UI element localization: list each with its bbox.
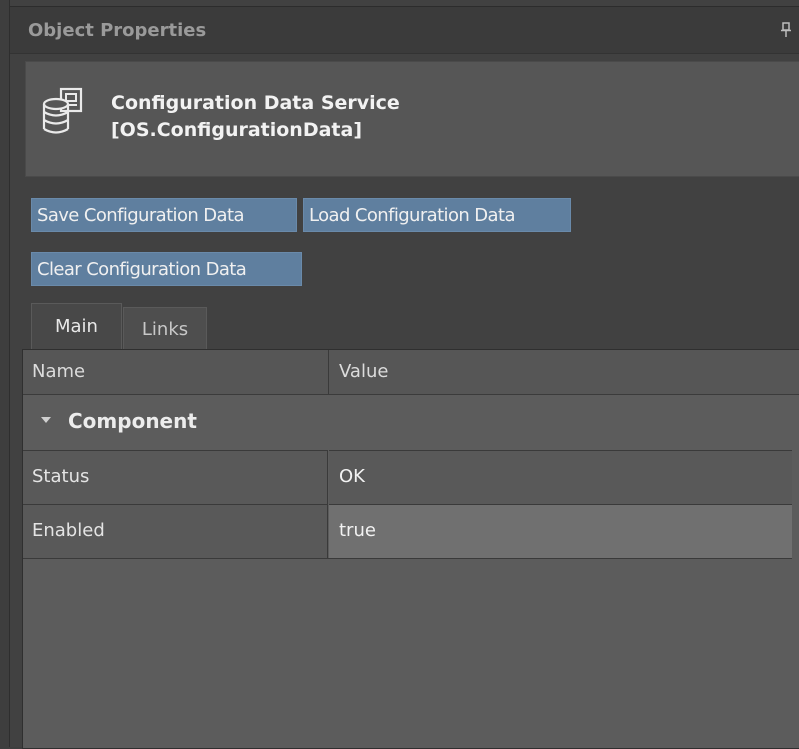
- object-name-title: Configuration Data Service: [111, 92, 400, 114]
- property-value-cell[interactable]: true: [329, 504, 792, 558]
- property-grid: Name Value Component Status OK Enabled t…: [22, 349, 799, 749]
- save-configuration-data-button[interactable]: Save Configuration Data: [31, 198, 297, 232]
- category-label: Component: [68, 409, 197, 433]
- column-divider[interactable]: [328, 350, 329, 394]
- tab-links[interactable]: Links: [123, 307, 207, 350]
- property-row-status[interactable]: Status OK: [23, 450, 799, 504]
- pin-icon[interactable]: [780, 22, 792, 38]
- tab-main[interactable]: Main: [31, 303, 122, 350]
- object-name-path: [OS.ConfigurationData]: [111, 119, 363, 141]
- clear-configuration-data-button[interactable]: Clear Configuration Data: [31, 252, 302, 286]
- property-name-cell: Enabled: [23, 504, 328, 558]
- load-configuration-data-button[interactable]: Load Configuration Data: [303, 198, 571, 232]
- column-header-value[interactable]: Value: [339, 350, 388, 394]
- grid-header: [23, 350, 799, 395]
- row-divider: [23, 558, 792, 559]
- configuration-data-icon: [42, 87, 83, 134]
- chevron-down-icon[interactable]: [41, 417, 51, 423]
- object-properties-panel: Object Properties Configuration Data Ser…: [9, 0, 799, 749]
- property-name: Status: [32, 466, 90, 487]
- property-name: Enabled: [32, 520, 105, 541]
- property-value-cell[interactable]: OK: [329, 450, 792, 504]
- object-header: Configuration Data Service [OS.Configura…: [25, 61, 799, 177]
- panel-titlebar: Object Properties: [10, 6, 799, 54]
- category-component[interactable]: Component: [23, 395, 799, 450]
- property-value: OK: [339, 466, 365, 487]
- property-name-cell: Status: [23, 450, 328, 504]
- property-value: true: [339, 520, 376, 541]
- property-row-enabled[interactable]: Enabled true: [23, 504, 799, 558]
- column-header-name[interactable]: Name: [32, 350, 85, 394]
- panel-title: Object Properties: [28, 20, 207, 41]
- object-name: Configuration Data Service [OS.Configura…: [111, 90, 400, 144]
